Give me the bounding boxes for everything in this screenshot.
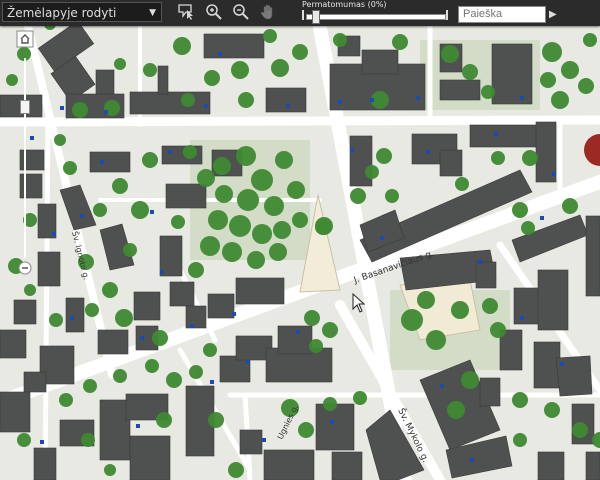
map-canvas[interactable]: J. Basanavičiaus g. Šv. Ignoto g. Šv. My… bbox=[0, 0, 600, 480]
square-tree bbox=[315, 219, 331, 235]
zoom-slider-rail bbox=[24, 58, 26, 258]
pan-hand-icon[interactable] bbox=[258, 2, 278, 22]
zoom-out-small-icon[interactable] bbox=[18, 260, 32, 275]
zoom-in-icon[interactable] bbox=[204, 2, 224, 22]
zoom-out-icon[interactable] bbox=[231, 2, 251, 22]
zoom-slider[interactable] bbox=[20, 58, 30, 258]
transparency-min-tick bbox=[302, 10, 304, 20]
zoom-slider-knob[interactable] bbox=[20, 100, 30, 114]
search-input[interactable] bbox=[458, 6, 546, 23]
chevron-down-icon: ▼ bbox=[149, 8, 156, 18]
transparency-slider-thumb[interactable] bbox=[312, 10, 320, 24]
search-arrow-icon[interactable]: ▶ bbox=[549, 6, 561, 23]
mouse-cursor-icon bbox=[352, 293, 366, 313]
transparency-label: Permatomumas (0%) bbox=[302, 0, 387, 9]
zoom-home-icon[interactable] bbox=[16, 30, 34, 48]
layer-select[interactable]: Žemėlapyje rodyti ▼ bbox=[2, 2, 162, 22]
info-pointer-icon[interactable] bbox=[176, 2, 196, 22]
map-toolbar: Žemėlapyje rodyti ▼ Permatomumas (0%) ▶ bbox=[0, 0, 600, 26]
layer-select-value: Žemėlapyje rodyti bbox=[7, 6, 117, 20]
transparency-slider-track[interactable] bbox=[306, 14, 446, 20]
transparency-max-tick bbox=[446, 10, 448, 20]
